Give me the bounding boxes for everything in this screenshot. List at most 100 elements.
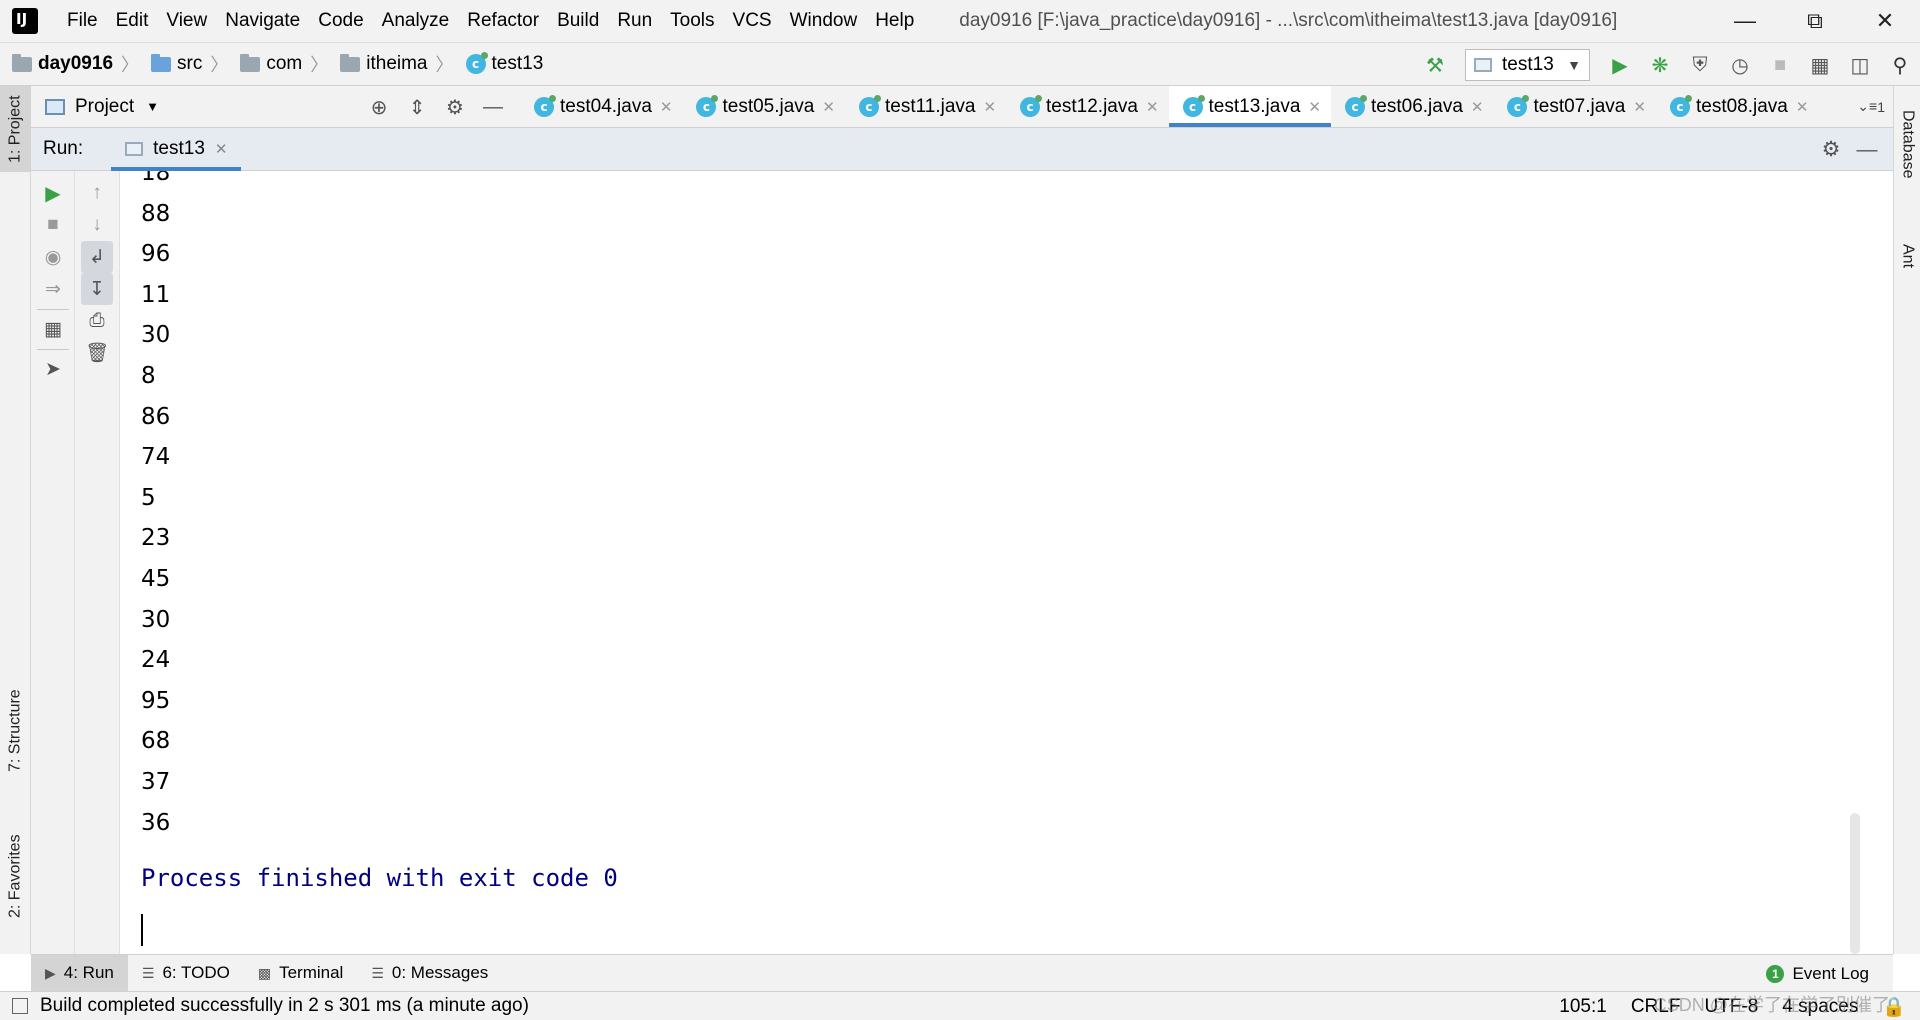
stripe-tab-ant[interactable]: Ant <box>1894 226 1920 286</box>
menu-vcs[interactable]: VCS <box>724 0 781 42</box>
arrow-up-icon[interactable]: ↑ <box>81 177 113 209</box>
console-output[interactable]: 18 88 96 11 30 8 86 74 5 23 45 30 24 95 68 37 36 Process… <box>120 171 1866 954</box>
stripe-tab-project[interactable]: 1: Project <box>0 86 31 172</box>
caret-position[interactable]: 105:1 <box>1559 996 1607 1018</box>
debug-icon[interactable]: ❋ <box>1643 48 1677 82</box>
menu-file[interactable]: File <box>58 0 107 42</box>
console-line: 23 <box>141 525 171 552</box>
menu-help[interactable]: Help <box>866 0 923 42</box>
close-tab-icon[interactable]: ✕ <box>1471 98 1484 116</box>
stripe-tab-structure[interactable]: 7: Structure <box>0 666 31 796</box>
close-tab-icon[interactable]: ✕ <box>822 98 835 116</box>
show-hidden-tabs-button[interactable]: ⌄≡ 1 <box>1849 86 1893 127</box>
editor-tab-test06[interactable]: c test06.java ✕ <box>1331 86 1493 127</box>
menu-tools[interactable]: Tools <box>661 0 723 42</box>
stripe-tab-favorites[interactable]: 2: Favorites <box>0 811 31 941</box>
stop-icon[interactable]: ■ <box>37 209 69 241</box>
menu-refactor[interactable]: Refactor <box>458 0 548 42</box>
bottom-tab-run[interactable]: ▶ 4: Run <box>31 954 128 992</box>
menu-analyze[interactable]: Analyze <box>373 0 459 42</box>
application-config-icon <box>125 142 144 156</box>
chevron-down-icon[interactable]: ▼ <box>146 99 159 114</box>
intellij-logo-icon[interactable]: IJ <box>9 5 41 37</box>
profile-icon[interactable]: ◷ <box>1723 48 1757 82</box>
close-tab-icon[interactable]: ✕ <box>1796 98 1809 116</box>
menu-window[interactable]: Window <box>781 0 867 42</box>
status-message[interactable]: Build completed successfully in 2 s 301 … <box>40 995 529 1017</box>
menu-view[interactable]: View <box>157 0 216 42</box>
gear-icon[interactable]: ⚙ <box>1813 132 1849 168</box>
editor-tab-bar: c test04.java ✕ c test05.java ✕ c test11… <box>520 86 1893 128</box>
project-structure-icon[interactable]: ▦ <box>1803 48 1837 82</box>
editor-tab-test08[interactable]: c test08.java ✕ <box>1656 86 1818 127</box>
navigation-bar: day0916 〉 src 〉 com 〉 itheima 〉 c test13… <box>0 42 1920 86</box>
run-configuration-select[interactable]: test13 ▼ <box>1465 49 1590 81</box>
editor-tab-test07[interactable]: c test07.java ✕ <box>1493 86 1655 127</box>
collapse-all-icon[interactable]: ⇕ <box>398 88 436 126</box>
menu-code[interactable]: Code <box>309 0 372 42</box>
close-tab-icon[interactable]: ✕ <box>1308 98 1321 116</box>
trash-icon[interactable]: 🗑 <box>81 337 113 369</box>
hide-panel-icon[interactable]: — <box>474 88 512 126</box>
java-class-icon: c <box>858 94 881 117</box>
event-log-button[interactable]: 1 Event Log <box>1766 955 1869 992</box>
breadcrumb-itheima[interactable]: itheima 〉 <box>340 51 454 77</box>
restore-icon[interactable]: ⧉ <box>1780 0 1850 42</box>
breadcrumb-project[interactable]: day0916 〉 <box>12 51 139 77</box>
menu-edit[interactable]: Edit <box>107 0 158 42</box>
right-tool-stripe: Database Ant <box>1893 86 1920 954</box>
restore-layout-icon[interactable]: ⇒ <box>37 273 69 305</box>
tab-label: test11.java <box>884 95 976 117</box>
bottom-tab-terminal[interactable]: ▩ Terminal <box>244 955 357 992</box>
bottom-tab-messages[interactable]: ☰ 0: Messages <box>357 955 502 992</box>
bottom-tab-todo[interactable]: ☰ 6: TODO <box>128 955 244 992</box>
breadcrumb-test13[interactable]: c test13 <box>465 52 543 75</box>
run-tab-test13[interactable]: test13 ✕ <box>111 128 242 171</box>
pin-icon[interactable]: ➤ <box>37 353 69 385</box>
soft-wrap-icon[interactable]: ↲ <box>81 241 113 273</box>
breadcrumb-label: itheima <box>366 53 428 74</box>
minimize-icon[interactable]: — <box>1710 0 1780 42</box>
layout-icon[interactable]: ▦ <box>37 313 69 345</box>
stop-icon[interactable]: ■ <box>1763 48 1797 82</box>
print-icon[interactable]: ⎙ <box>81 305 113 337</box>
menu-build[interactable]: Build <box>548 0 608 42</box>
close-tab-icon[interactable]: ✕ <box>983 98 996 116</box>
bottom-tab-label: 0: Messages <box>391 963 489 982</box>
run-icon[interactable]: ▶ <box>1603 48 1637 82</box>
project-folder-icon <box>12 53 32 72</box>
gear-icon[interactable]: ⚙ <box>436 88 474 126</box>
terminal-window-icon[interactable]: ◫ <box>1843 48 1877 82</box>
scroll-to-end-icon[interactable]: ↧ <box>81 273 113 305</box>
camera-dump-icon[interactable]: ◉ <box>37 241 69 273</box>
console-line: 30 <box>141 606 171 633</box>
project-view-label[interactable]: Project <box>75 96 134 118</box>
vertical-scrollbar[interactable] <box>1850 813 1860 954</box>
breadcrumb-com[interactable]: com 〉 <box>240 51 328 77</box>
toggle-tool-windows-icon[interactable] <box>12 998 28 1014</box>
tab-label: test13.java <box>1208 95 1301 117</box>
hide-panel-icon[interactable]: — <box>1849 132 1885 168</box>
close-icon[interactable]: ✕ <box>1850 0 1920 42</box>
editor-tab-test05[interactable]: c test05.java ✕ <box>682 86 844 127</box>
editor-tab-test13[interactable]: c test13.java ✕ <box>1168 86 1332 127</box>
coverage-icon[interactable]: ⛨ <box>1683 48 1717 82</box>
console-line: 36 <box>141 809 171 836</box>
close-tab-icon[interactable]: ✕ <box>1633 98 1646 116</box>
editor-tab-test11[interactable]: c test11.java ✕ <box>845 86 1006 127</box>
arrow-down-icon[interactable]: ↓ <box>81 209 113 241</box>
breadcrumb-src[interactable]: src 〉 <box>151 51 228 77</box>
close-tab-icon[interactable]: ✕ <box>215 140 228 158</box>
toolbar-divider <box>37 309 69 310</box>
stripe-tab-database[interactable]: Database <box>1894 94 1920 194</box>
editor-tab-test04[interactable]: c test04.java ✕ <box>520 86 682 127</box>
rerun-icon[interactable]: ▶ <box>37 177 69 209</box>
menu-navigate[interactable]: Navigate <box>216 0 309 42</box>
close-tab-icon[interactable]: ✕ <box>1146 98 1159 116</box>
search-icon[interactable]: ⚲ <box>1883 48 1917 82</box>
editor-tab-test12[interactable]: c test12.java ✕ <box>1006 86 1168 127</box>
build-hammer-icon[interactable]: ⚒ <box>1418 48 1452 82</box>
close-tab-icon[interactable]: ✕ <box>660 98 673 116</box>
locate-crosshair-icon[interactable]: ⊕ <box>360 88 398 126</box>
menu-run[interactable]: Run <box>608 0 661 42</box>
